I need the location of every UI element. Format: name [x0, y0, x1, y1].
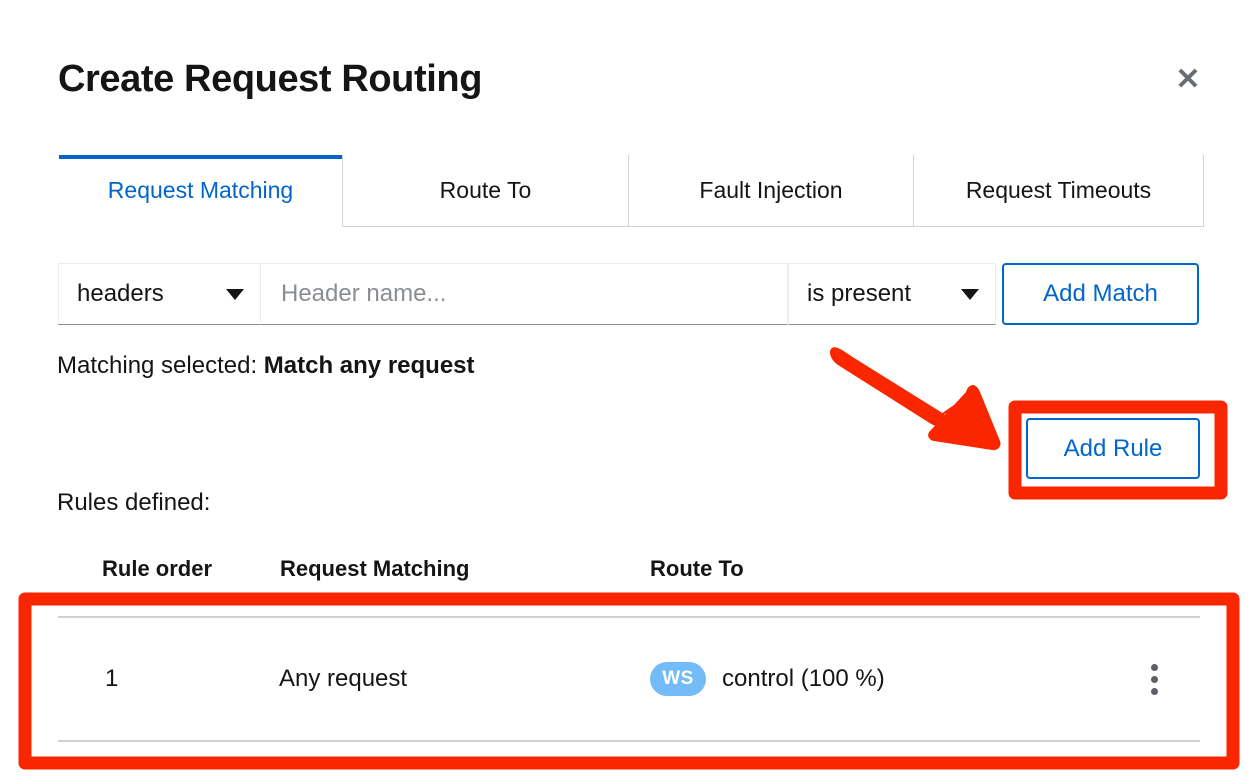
kebab-dot: [1150, 687, 1158, 695]
kebab-dot: [1150, 663, 1158, 671]
tab-request-timeouts-label: Request Timeouts: [965, 177, 1152, 203]
table-row[interactable]: 1 Any request WS control (100 %): [58, 618, 1200, 742]
add-match-button[interactable]: Add Match: [1002, 263, 1199, 325]
match-type-select-value: headers: [77, 280, 164, 307]
match-type-select[interactable]: headers: [58, 263, 261, 325]
matching-selected-value: Match any request: [263, 352, 475, 379]
cell-route-to-label: control (100 %): [722, 665, 885, 692]
header-name-input[interactable]: [261, 263, 788, 325]
table-header-row: Rule order Request Matching Route To: [58, 548, 1200, 618]
add-rule-button[interactable]: Add Rule: [1026, 418, 1200, 479]
tab-request-timeouts[interactable]: Request Timeouts: [914, 155, 1204, 227]
close-icon[interactable]: ✕: [1166, 58, 1210, 102]
page-title: Create Request Routing: [58, 58, 483, 100]
matching-selected-prefix: Matching selected:: [57, 352, 264, 379]
tab-fault-injection-label: Fault Injection: [699, 177, 843, 203]
tab-route-to[interactable]: Route To: [343, 155, 629, 227]
tab-route-to-label: Route To: [439, 177, 532, 203]
matching-selected-text: Matching selected: Match any request: [57, 352, 475, 380]
chevron-down-icon: [226, 288, 244, 300]
column-header-route-to: Route To: [650, 556, 744, 581]
tab-request-matching-label: Request Matching: [107, 177, 294, 203]
row-actions-kebab-icon[interactable]: [1136, 656, 1172, 702]
tab-request-matching[interactable]: Request Matching: [58, 155, 343, 227]
rules-defined-label: Rules defined:: [57, 489, 211, 516]
chevron-down-icon: [961, 288, 979, 300]
cell-request-matching: Any request: [279, 665, 408, 692]
column-header-rule-order: Rule order: [102, 556, 213, 581]
create-request-routing-modal: Create Request Routing ✕ Request Matchin…: [0, 0, 1258, 777]
workload-badge: WS: [650, 662, 706, 696]
kebab-dot: [1150, 675, 1158, 683]
request-matching-form: headers is present Add Match: [58, 263, 1199, 325]
annotation-arrow-icon: [829, 347, 1001, 451]
tab-bar: Request Matching Route To Fault Injectio…: [58, 155, 1258, 227]
column-header-request-matching: Request Matching: [280, 556, 470, 581]
cell-rule-order: 1: [105, 665, 119, 692]
rules-table: Rule order Request Matching Route To 1 A…: [58, 548, 1200, 742]
tab-fault-injection[interactable]: Fault Injection: [629, 155, 914, 227]
match-operator-select[interactable]: is present: [788, 263, 996, 325]
cell-route-to: WS control (100 %): [650, 662, 885, 696]
match-operator-select-value: is present: [807, 280, 912, 307]
